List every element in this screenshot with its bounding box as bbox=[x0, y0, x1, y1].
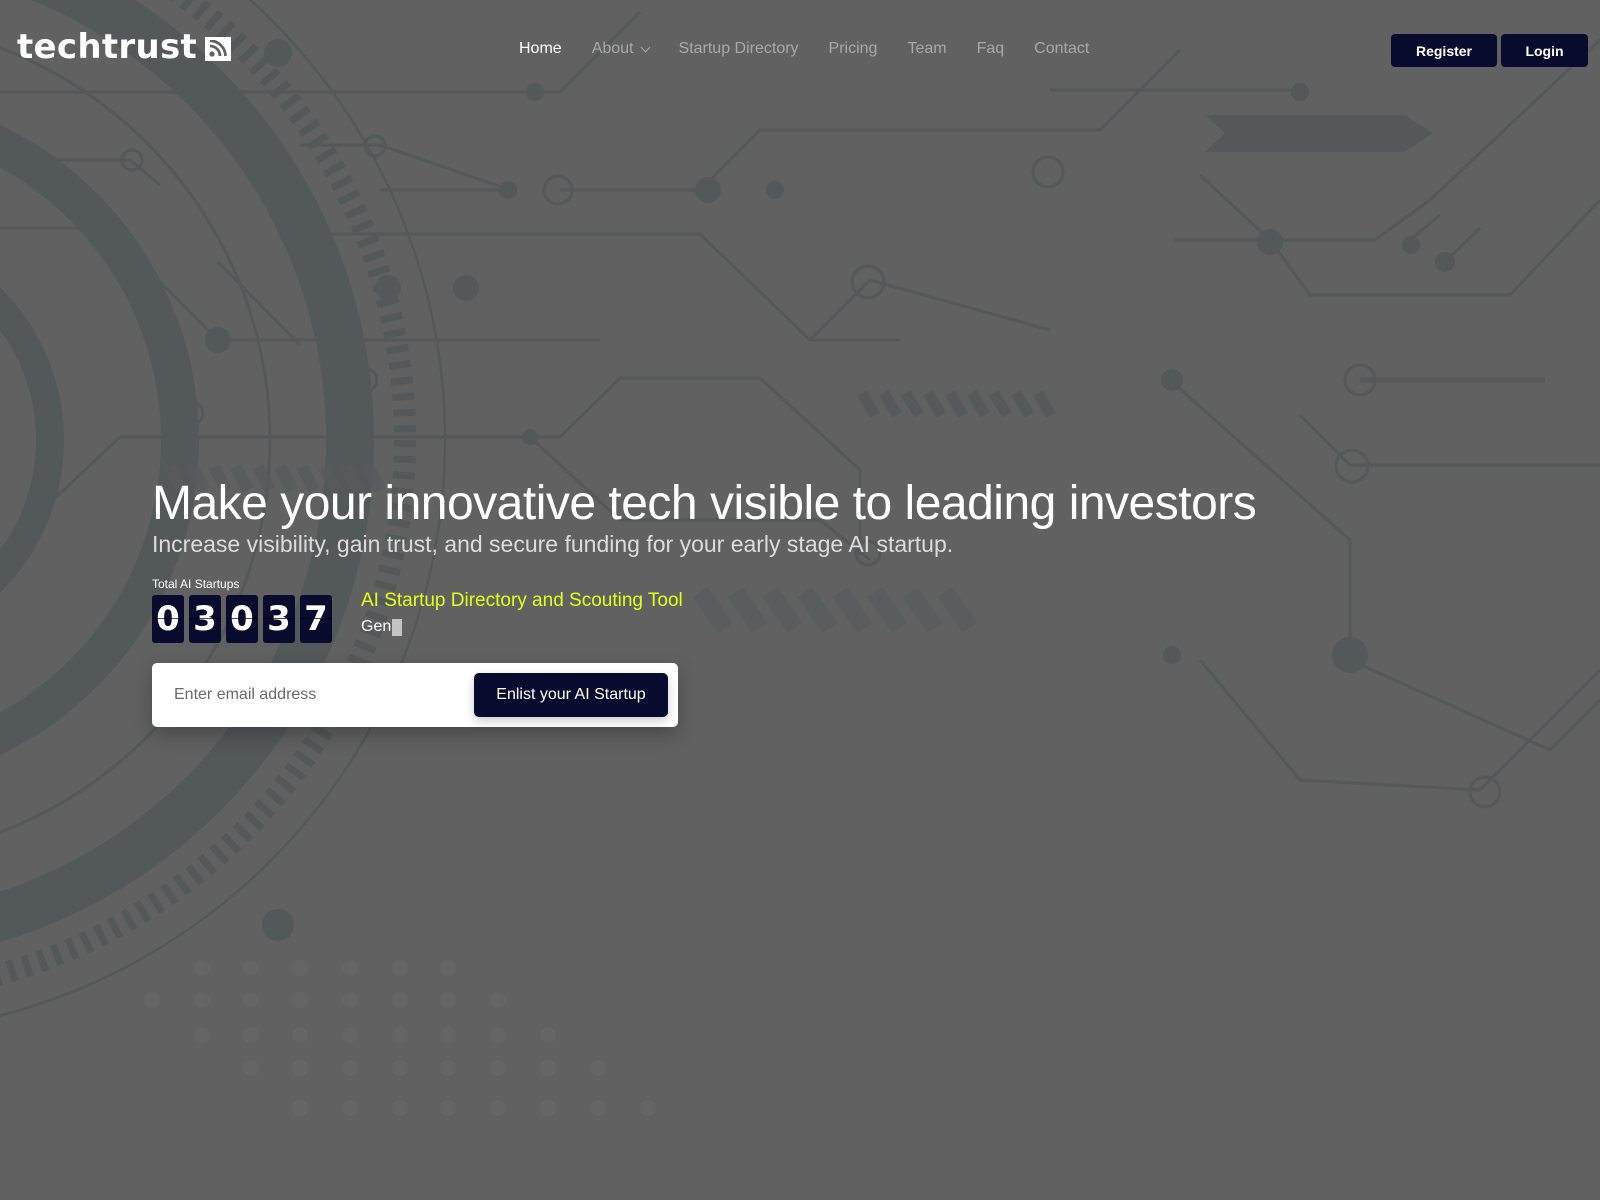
chevron-down-icon bbox=[640, 42, 650, 52]
typewriter-value: Gen bbox=[361, 618, 392, 635]
counter-digit: 0 bbox=[152, 595, 184, 643]
signup-form: Enlist your AI Startup bbox=[152, 663, 678, 727]
tagline-title: AI Startup Directory and Scouting Tool bbox=[361, 590, 683, 611]
nav-item-faq[interactable]: Faq bbox=[977, 40, 1005, 58]
nav-item-contact[interactable]: Contact bbox=[1034, 40, 1089, 58]
main-nav: Home About Startup Directory Pricing Tea… bbox=[519, 40, 1119, 58]
site-header: techtrust Home About Startup Directory P… bbox=[0, 0, 1600, 100]
counter-digits: 0 3 0 3 7 bbox=[152, 595, 332, 643]
tagline: AI Startup Directory and Scouting Tool G… bbox=[361, 590, 683, 636]
bg-ring-thick bbox=[0, 0, 374, 942]
nav-label: About bbox=[591, 40, 634, 57]
register-button[interactable]: Register bbox=[1391, 34, 1497, 67]
counter-digit: 0 bbox=[226, 595, 258, 643]
nav-label: Team bbox=[907, 40, 947, 57]
nav-label: Startup Directory bbox=[678, 40, 799, 57]
nav-item-team[interactable]: Team bbox=[907, 40, 946, 58]
brand-name: techtrust bbox=[17, 27, 198, 67]
enlist-startup-button[interactable]: Enlist your AI Startup bbox=[474, 673, 668, 717]
rss-feed-icon bbox=[205, 36, 232, 61]
hero-subtitle: Increase visibility, gain trust, and sec… bbox=[152, 531, 954, 557]
counter-digit: 3 bbox=[189, 595, 221, 643]
nav-item-startup-directory[interactable]: Startup Directory bbox=[679, 40, 799, 58]
counter-digit: 3 bbox=[263, 595, 295, 643]
logo-link[interactable]: techtrust bbox=[17, 27, 232, 67]
bg-ring-core bbox=[0, 287, 64, 593]
nav-item-about[interactable]: About bbox=[591, 40, 650, 58]
email-input[interactable] bbox=[174, 686, 454, 704]
nav-label: Home bbox=[519, 40, 562, 57]
nav-item-pricing[interactable]: Pricing bbox=[829, 40, 878, 58]
counter-label: Total AI Startups bbox=[152, 577, 240, 591]
hero-title: Make your innovative tech visible to lea… bbox=[152, 477, 1257, 530]
startup-counter: Total AI Startups 0 3 0 3 7 bbox=[152, 577, 332, 643]
auth-buttons: Register Login bbox=[1391, 34, 1588, 67]
landing-page: techtrust Home About Startup Directory P… bbox=[0, 0, 1600, 1200]
typing-cursor bbox=[392, 618, 403, 636]
bg-ring-thin-1 bbox=[0, 46, 272, 834]
login-button[interactable]: Login bbox=[1501, 34, 1588, 67]
nav-label: Pricing bbox=[828, 40, 878, 57]
nav-label: Faq bbox=[976, 40, 1005, 57]
nav-item-home[interactable]: Home bbox=[519, 40, 562, 58]
nav-label: Contact bbox=[1034, 40, 1090, 57]
hero-section: Make your innovative tech visible to lea… bbox=[152, 474, 1257, 558]
counter-digit: 7 bbox=[300, 595, 332, 643]
typewriter-text: Gen bbox=[361, 618, 683, 636]
dot-grid bbox=[144, 960, 656, 1116]
